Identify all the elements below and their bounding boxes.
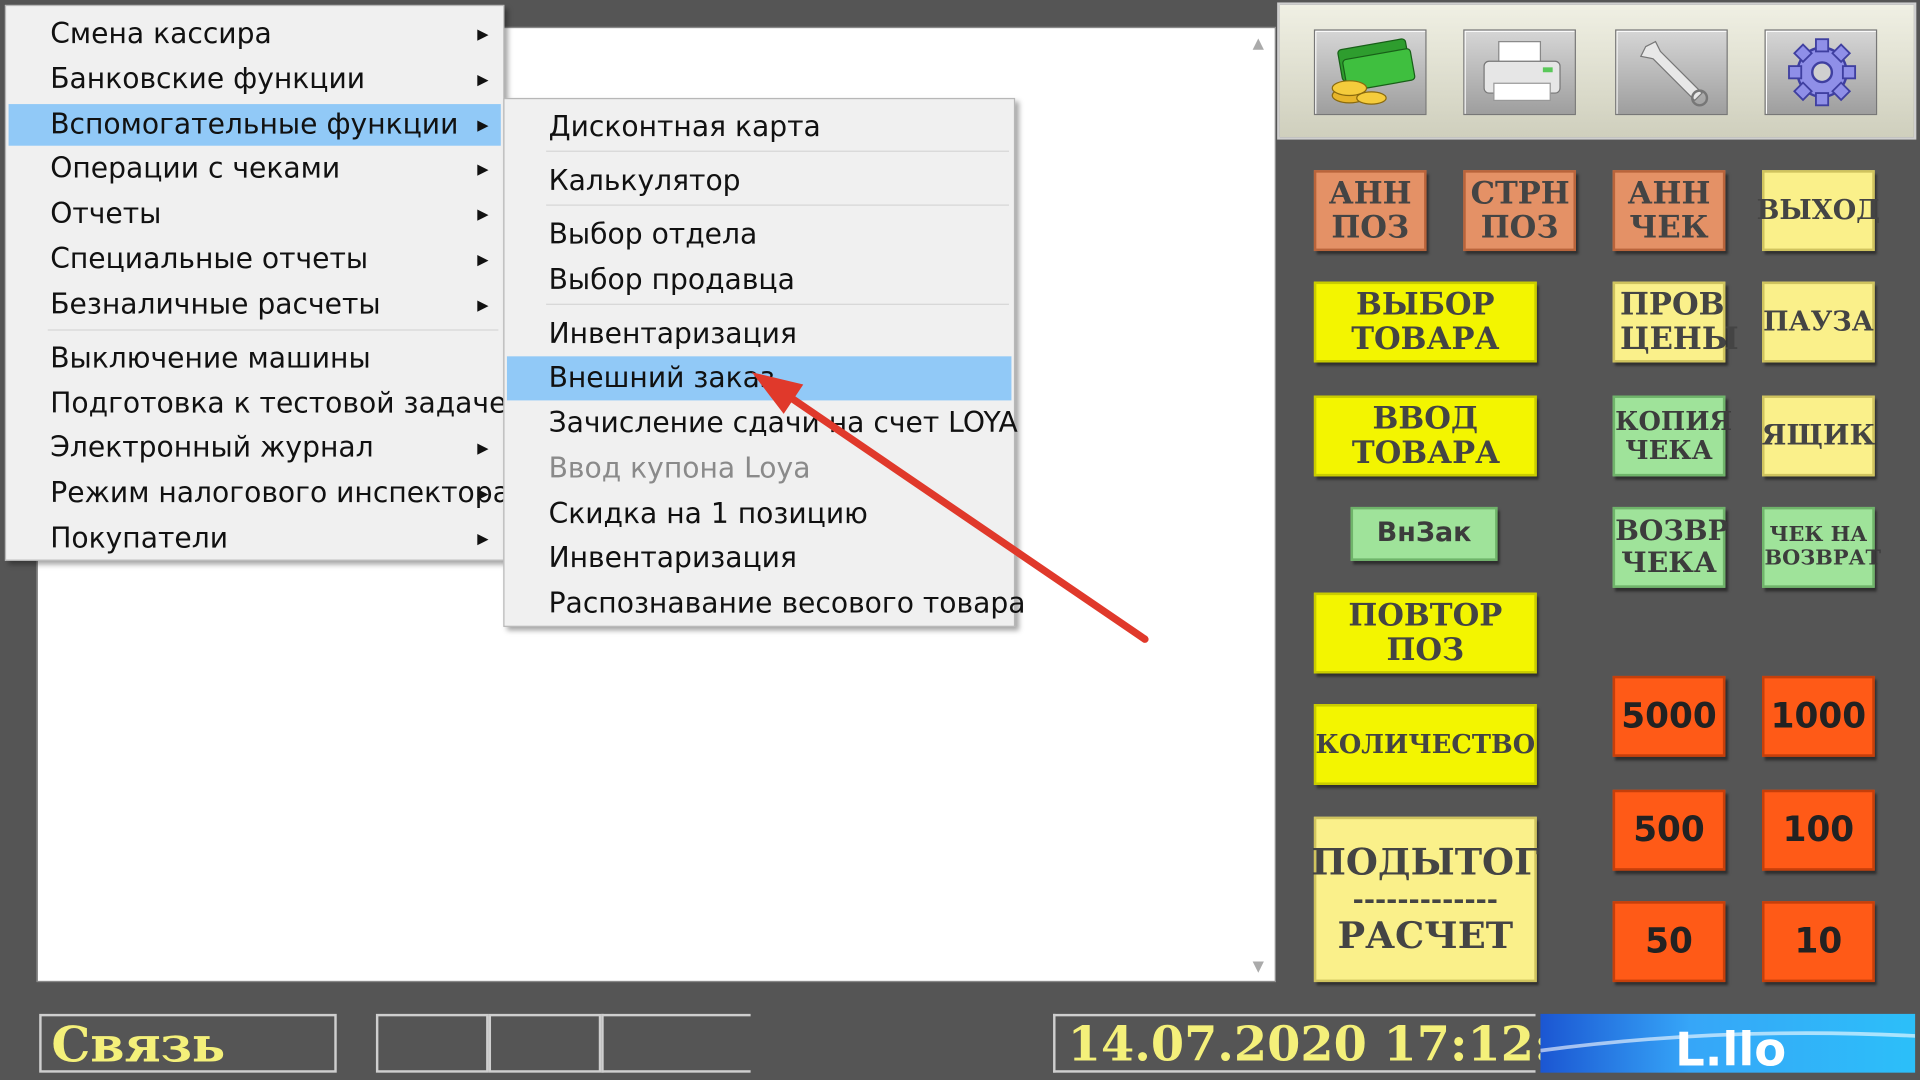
scroll-down-icon[interactable]: ▼ — [1253, 958, 1264, 975]
receipt-scrollbar[interactable]: ▲ ▼ — [1246, 29, 1274, 980]
bill-5000-button[interactable]: 5000 — [1612, 675, 1726, 757]
copy-receipt-button[interactable]: КОПИЯ ЧЕКА — [1612, 395, 1732, 477]
menu-item-shutdown[interactable]: Выключение машины — [9, 338, 501, 380]
ann-poz-button[interactable]: АНН ПОЗ — [1313, 170, 1427, 252]
menu-item-customers[interactable]: Покупатели ▶ — [9, 518, 501, 560]
bill-50-button[interactable]: 50 — [1612, 901, 1726, 983]
pause-button[interactable]: ПАУЗА — [1762, 281, 1875, 363]
gear-icon — [1788, 38, 1857, 107]
repeat-position-button[interactable]: ПОВТОР ПОЗ — [1313, 592, 1537, 674]
submenu-arrow-icon: ▶ — [477, 296, 489, 314]
menu-item-reports[interactable]: Отчеты ▶ — [9, 193, 501, 235]
bill-100-button[interactable]: 100 — [1762, 789, 1875, 871]
status-cell-3 — [601, 1013, 751, 1073]
scroll-up-icon[interactable]: ▲ — [1253, 34, 1264, 51]
datetime-display: 14.07.2020 17:12:30 — [1067, 1016, 1619, 1073]
submenu-item-select-seller[interactable]: Выбор продавца — [507, 260, 1011, 302]
submenu-arrow-icon: ▶ — [477, 25, 489, 43]
menu-separator — [546, 204, 1009, 206]
menu-separator — [546, 303, 1009, 305]
submenu-arrow-icon: ▶ — [477, 160, 489, 178]
enter-item-button[interactable]: ВВОД ТОВАРА — [1313, 395, 1537, 477]
logo: L.llo — [1540, 1013, 1916, 1073]
bill-500-button[interactable]: 500 — [1612, 789, 1726, 871]
print-button[interactable] — [1463, 29, 1576, 116]
menu-item-electronic-journal[interactable]: Электронный журнал ▶ — [9, 427, 501, 469]
submenu-arrow-icon: ▶ — [477, 251, 489, 269]
ann-chek-button[interactable]: АНН ЧЕК — [1612, 170, 1726, 252]
receipt-for-return-button[interactable]: ЧЕК НА ВОЗВРАТ — [1762, 506, 1881, 588]
logo-graphic: L.llo — [1540, 1022, 1916, 1073]
menu-item-cashless-payments[interactable]: Безналичные расчеты ▶ — [9, 284, 501, 326]
return-receipt-button[interactable]: ВОЗВР ЧЕКА — [1612, 506, 1729, 588]
quantity-button[interactable]: КОЛИЧЕСТВО — [1313, 704, 1537, 785]
submenu-arrow-icon: ▶ — [477, 484, 489, 503]
menu-item-special-reports[interactable]: Специальные отчеты ▶ — [9, 239, 501, 281]
exit-button[interactable]: ВЫХОД — [1757, 170, 1880, 252]
toolbar — [1277, 2, 1917, 140]
strn-poz-button[interactable]: СТРН ПОЗ — [1463, 170, 1576, 252]
printer-icon — [1483, 41, 1561, 102]
wrench-icon — [1639, 40, 1709, 107]
annotation-arrow — [751, 372, 1149, 643]
menu-separator — [546, 150, 1009, 152]
submenu-arrow-icon: ▶ — [477, 439, 489, 457]
main-menu: Смена кассира ▶ Банковские функции ▶ Вспом… — [4, 4, 510, 561]
status-cell-2 — [488, 1013, 602, 1073]
submenu-arrow-icon: ▶ — [477, 205, 489, 223]
menu-item-bank-functions[interactable]: Банковские функции ▶ — [9, 59, 501, 101]
submenu-item-inventory[interactable]: Инвентаризация — [507, 313, 1011, 355]
money-icon — [1331, 38, 1416, 105]
subtotal-payment-button[interactable]: ПОДЫТОГ ------------- РАСЧЕТ — [1311, 816, 1539, 983]
check-price-button[interactable]: ПРОВ ЦЕНЫ — [1612, 281, 1739, 363]
settings-tools-button[interactable] — [1615, 29, 1728, 116]
connection-status: Связь — [51, 1016, 226, 1074]
settings-button[interactable] — [1764, 29, 1878, 116]
money-button[interactable] — [1313, 29, 1427, 116]
submenu-item-select-department[interactable]: Выбор отдела — [507, 214, 1011, 256]
submenu-item-calculator[interactable]: Калькулятор — [507, 160, 1011, 202]
menu-item-cashier-change[interactable]: Смена кассира ▶ — [9, 13, 501, 55]
menu-separator — [47, 329, 499, 331]
submenu-arrow-icon: ▶ — [477, 116, 489, 134]
menu-item-tax-inspector-mode[interactable]: Режим налогового инспектора ▶ — [9, 473, 510, 515]
menu-item-test-task[interactable]: Подготовка к тестовой задаче — [9, 383, 506, 425]
select-item-button[interactable]: ВЫБОР ТОВАРА — [1313, 281, 1537, 363]
vnzak-button[interactable]: ВнЗак — [1350, 506, 1498, 561]
submenu-arrow-icon: ▶ — [477, 71, 489, 89]
menu-item-receipt-operations[interactable]: Операции с чеками ▶ — [9, 148, 501, 190]
menu-item-auxiliary-functions[interactable]: Вспомогательные функции ▶ — [8, 104, 501, 146]
drawer-button[interactable]: ЯЩИК — [1762, 395, 1875, 477]
bill-10-button[interactable]: 10 — [1762, 901, 1875, 983]
submenu-arrow-icon: ▶ — [477, 530, 489, 548]
logo-text: L.llo — [1675, 1022, 1786, 1072]
status-cell-1 — [375, 1013, 489, 1073]
bill-1000-button[interactable]: 1000 — [1762, 675, 1875, 757]
submenu-item-discount-card[interactable]: Дисконтная карта — [507, 107, 1011, 149]
